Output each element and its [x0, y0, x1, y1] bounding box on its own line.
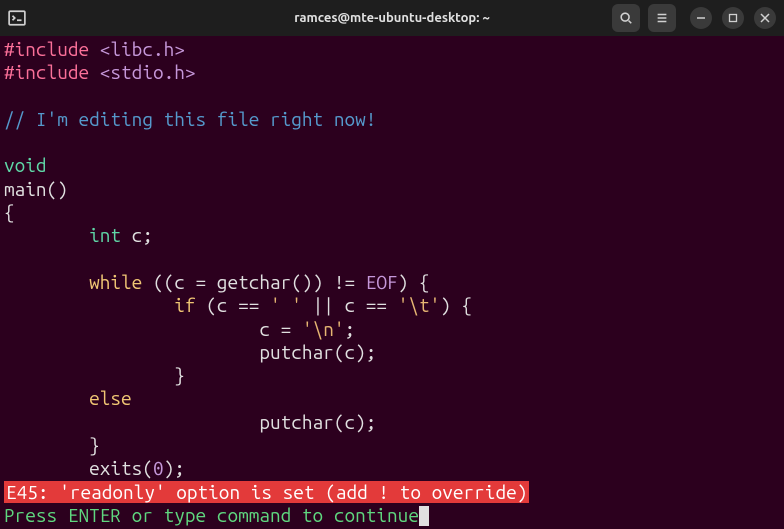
header-token: <stdio.h>	[100, 61, 196, 83]
code-line: exits(0);	[4, 457, 185, 479]
code-line: main()	[4, 178, 68, 200]
type-token: int	[89, 224, 121, 246]
code-line: }	[4, 364, 185, 386]
comment-token: // I'm editing this file right now!	[4, 108, 376, 130]
string-token: ' '	[270, 294, 302, 316]
error-text: E45: 'readonly' option is set (add ! to …	[4, 481, 529, 503]
code-line: putchar(c);	[4, 411, 376, 433]
maximize-button[interactable]	[722, 7, 744, 29]
code-line: while ((c = getchar()) != EOF) {	[4, 271, 430, 293]
code-line: if (c == ' ' || c == '\t') {	[4, 294, 472, 316]
keyword-token: if	[174, 294, 195, 316]
prompt-message: Press ENTER or type command to continue	[4, 504, 429, 526]
close-button[interactable]	[754, 7, 776, 29]
code-line: c = '\n';	[4, 318, 355, 340]
code-line: int c;	[4, 224, 153, 246]
prompt-text: Press ENTER or type command to continue	[4, 504, 419, 526]
code-line: void	[4, 154, 47, 176]
header-token: <libc.h>	[100, 38, 185, 60]
editor-content[interactable]: #include <libc.h> #include <stdio.h> // …	[0, 36, 784, 529]
code-line: else	[4, 387, 132, 409]
cursor	[419, 506, 429, 526]
type-token: void	[4, 154, 47, 176]
window-title: ramces@mte-ubuntu-desktop: ~	[294, 11, 490, 25]
keyword-token: while	[89, 271, 142, 293]
const-token: EOF	[366, 271, 398, 293]
minimize-button[interactable]	[690, 7, 712, 29]
code-line: putchar(c);	[4, 341, 376, 363]
search-button[interactable]	[612, 4, 640, 32]
number-token: 0	[153, 457, 164, 479]
code-line: #include <stdio.h>	[4, 61, 196, 83]
code-line: // I'm editing this file right now!	[4, 108, 376, 130]
preproc-token: #include	[4, 38, 100, 60]
string-token: '\t'	[398, 294, 441, 316]
error-message: E45: 'readonly' option is set (add ! to …	[4, 481, 529, 503]
code-line: {	[4, 201, 15, 223]
menu-button[interactable]	[648, 4, 676, 32]
titlebar: ramces@mte-ubuntu-desktop: ~	[0, 0, 784, 36]
code-line: #include <libc.h>	[4, 38, 185, 60]
code-line: }	[4, 434, 100, 456]
preproc-token: #include	[4, 61, 100, 83]
terminal-icon	[8, 9, 26, 27]
keyword-token: else	[89, 387, 132, 409]
string-token: '\n'	[302, 318, 345, 340]
